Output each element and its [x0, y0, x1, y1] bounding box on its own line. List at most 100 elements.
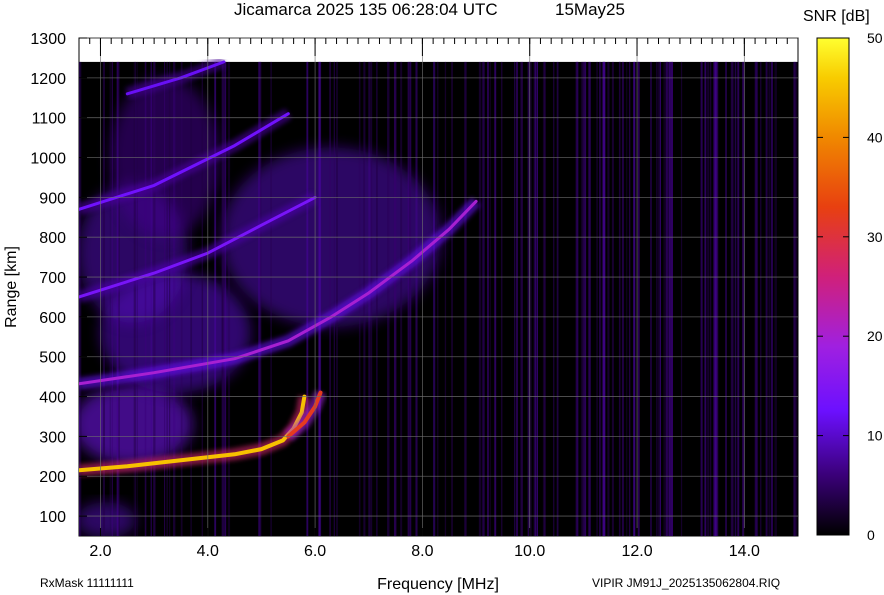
noise-streak: [306, 61, 309, 536]
colorbar-tick-label: 10: [867, 428, 883, 444]
noise-streak: [770, 61, 773, 536]
y-tick-label: 100: [39, 509, 66, 526]
noise-streak: [376, 61, 378, 536]
noise-streak: [713, 61, 715, 536]
noise-streak: [584, 61, 587, 536]
noise-streak: [536, 61, 538, 536]
noise-streak: [716, 61, 719, 536]
noise-streak: [628, 61, 631, 536]
noise-streak: [415, 61, 418, 536]
noise-streak: [370, 61, 373, 536]
noise-streak: [409, 61, 412, 536]
noise-streak: [393, 61, 397, 536]
noise-streak: [432, 61, 436, 536]
noise-streak: [543, 61, 546, 536]
colorbar-tick-label: 20: [867, 328, 883, 344]
noise-streak: [656, 61, 658, 536]
noise-streak: [224, 61, 226, 536]
noise-streak: [704, 61, 707, 536]
x-tick-label: 10.0: [514, 543, 545, 560]
chart-date: 15May25: [555, 0, 625, 19]
noise-streak: [611, 61, 614, 536]
chart-title: Jicamarca 2025 135 06:28:04 UTC: [234, 0, 498, 19]
noise-streak: [515, 61, 519, 536]
noise-streak: [793, 61, 796, 536]
x-tick-label: 4.0: [197, 543, 219, 560]
x-tick-label: 6.0: [304, 543, 326, 560]
y-tick-label: 1000: [30, 151, 66, 168]
noise-streak: [670, 61, 674, 536]
noise-streak: [478, 61, 482, 536]
x-tick-label: 12.0: [621, 543, 652, 560]
noise-streak: [576, 61, 579, 536]
noise-streak: [707, 61, 710, 536]
colorbar-tick-label: 0: [867, 527, 875, 543]
noise-streak: [489, 61, 491, 536]
y-tick-label: 1300: [30, 31, 66, 48]
noise-streak: [588, 61, 591, 536]
noise-streak: [668, 61, 671, 536]
y-tick-label: 700: [39, 270, 66, 287]
noise-streak: [407, 61, 409, 536]
noise-streak: [599, 61, 601, 536]
y-tick-label: 400: [39, 390, 66, 407]
noise-streak: [737, 61, 740, 536]
y-tick-label: 300: [39, 429, 66, 446]
noise-streak: [556, 61, 559, 536]
noise-streak: [329, 61, 331, 536]
noise-streak: [400, 61, 403, 536]
noise-streak: [387, 61, 390, 536]
noise-streak: [270, 61, 272, 536]
noise-streak: [734, 61, 737, 536]
noise-streak: [318, 61, 322, 536]
noise-streak: [494, 61, 497, 536]
noise-streak: [774, 61, 777, 536]
noise-streak: [650, 61, 652, 536]
noise-streak: [533, 61, 537, 536]
noise-streak: [500, 61, 503, 536]
y-tick-label: 600: [39, 310, 66, 327]
noise-streak: [336, 61, 338, 536]
noise-streak: [214, 61, 217, 536]
colorbar-label: SNR [dB]: [803, 8, 870, 25]
noise-streak: [437, 61, 439, 536]
ionogram-chart: Jicamarca 2025 135 06:28:04 UTC 15May25 …: [3, 0, 883, 593]
echo-glow: [79, 502, 136, 536]
noise-streak: [663, 61, 666, 536]
noise-streak: [637, 61, 640, 536]
noise-streak: [451, 61, 453, 536]
noise-streak: [755, 61, 758, 536]
y-tick-label: 1100: [32, 111, 67, 128]
noise-streak: [227, 61, 231, 536]
noise-streak: [486, 61, 489, 536]
noise-streak: [619, 61, 621, 536]
y-tick-label: 900: [39, 190, 66, 207]
noise-streak: [665, 61, 668, 536]
colorbar-tick-label: 50: [867, 30, 883, 46]
noise-streak: [680, 61, 683, 536]
noise-streak: [464, 61, 467, 536]
noise-streak: [765, 61, 767, 536]
noise-streak: [725, 61, 727, 536]
x-tick-label: 2.0: [89, 543, 111, 560]
noise-streak: [621, 61, 624, 536]
noise-streak: [520, 61, 523, 536]
noise-streak: [626, 61, 628, 536]
noise-streak: [482, 61, 485, 536]
x-tick-label: 14.0: [729, 543, 760, 560]
noise-streak: [201, 61, 204, 536]
y-tick-label: 800: [39, 230, 66, 247]
noise-streak: [607, 61, 610, 536]
noise-streak: [221, 61, 224, 536]
noise-streak: [601, 61, 605, 536]
noise-streak: [444, 61, 447, 536]
colorbar: [816, 37, 850, 536]
noise-streak: [553, 61, 555, 536]
noise-streak: [633, 61, 636, 536]
noise-streak: [709, 61, 712, 536]
colorbar-tick-label: 30: [867, 229, 883, 245]
y-axis-label: Range [km]: [3, 246, 20, 328]
noise-streak: [730, 61, 734, 536]
noise-streak: [514, 61, 516, 536]
y-tick-label: 200: [39, 469, 66, 486]
